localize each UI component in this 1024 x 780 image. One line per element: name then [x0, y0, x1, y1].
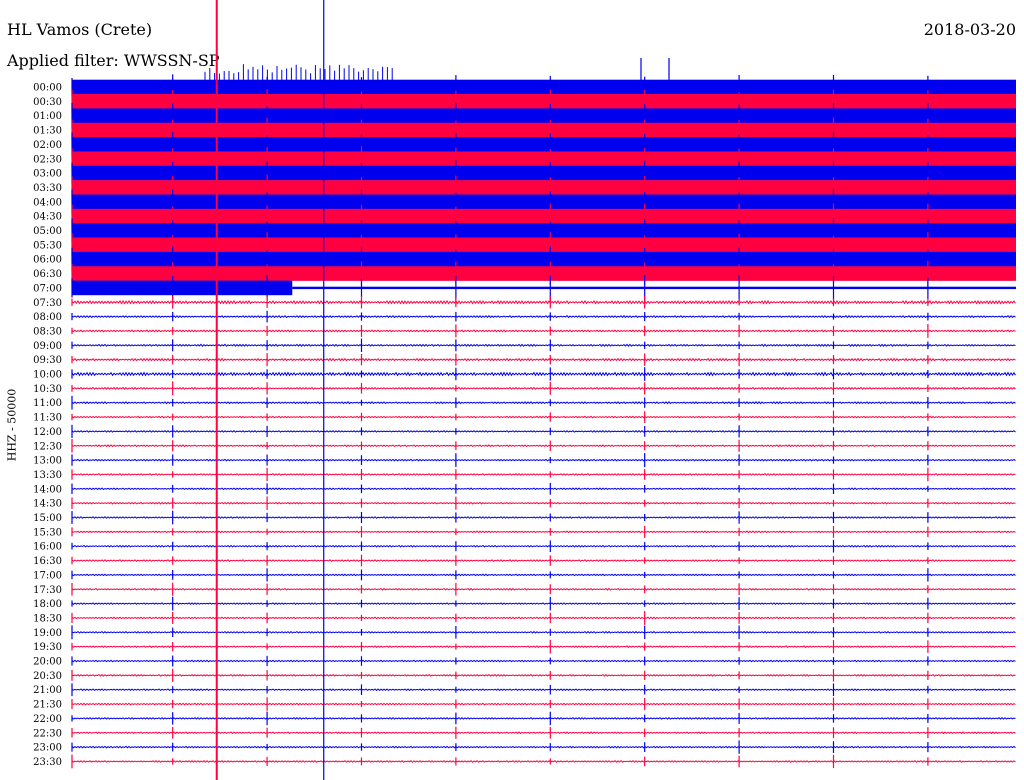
trace-line	[71, 630, 1016, 634]
row-time-label: 01:00	[33, 111, 62, 122]
helicorder-plot: 00:00 00:30 01:00 01:30 02:00 02:30 03:00 03:30…	[33, 0, 1016, 780]
row-time-label: 18:00	[33, 599, 62, 610]
trace-saturated	[72, 251, 1016, 267]
trace-line	[71, 602, 1016, 605]
trace-saturated	[72, 266, 1016, 281]
trace-saturated	[72, 208, 1016, 224]
row-time-label: 15:30	[33, 527, 62, 538]
row-time-label: 12:00	[33, 427, 62, 438]
trace-saturated	[72, 79, 1016, 95]
row-time-label: 23:00	[33, 743, 62, 754]
trace-saturated	[72, 108, 1016, 123]
trace-line	[71, 444, 1016, 448]
row-time-label: 10:30	[33, 384, 62, 395]
trace-saturated	[72, 223, 1016, 238]
row-time-label: 19:30	[33, 642, 62, 653]
row-time-label: 04:00	[33, 197, 62, 208]
row-time-label: 20:00	[33, 657, 62, 668]
row-time-label: 03:30	[33, 183, 62, 194]
row-time-label: 19:00	[33, 628, 62, 639]
trace-line	[71, 329, 1016, 333]
trace-line	[71, 401, 1016, 405]
trace-saturated	[72, 194, 1016, 210]
trace-line	[71, 472, 1016, 476]
row-time-label: 03:00	[33, 169, 62, 180]
row-time-label: 04:30	[33, 212, 62, 223]
trace-line	[71, 430, 1016, 433]
trace-line	[71, 702, 1016, 706]
trace-line	[71, 559, 1016, 562]
trace-line	[71, 371, 1016, 377]
row-time-label: 09:30	[33, 355, 62, 366]
row-time-label: 05:30	[33, 240, 62, 251]
trace-line	[71, 587, 1016, 591]
trace-line	[71, 386, 1016, 390]
trace-saturated	[72, 94, 1016, 109]
row-time-label: 11:30	[33, 413, 62, 424]
row-time-label: 11:00	[33, 398, 62, 409]
row-time-label: 13:00	[33, 456, 62, 467]
trace-line	[71, 760, 1016, 763]
row-time-label: 23:30	[33, 757, 62, 768]
trace-line	[71, 299, 1016, 305]
trace-line	[71, 357, 1016, 362]
row-time-label: 21:00	[33, 685, 62, 696]
trace-line	[71, 501, 1016, 505]
row-time-label: 14:00	[33, 484, 62, 495]
trace-line	[71, 717, 1016, 720]
trace-saturated	[72, 280, 293, 296]
row-time-label: 18:30	[33, 613, 62, 624]
row-time-label: 21:30	[33, 700, 62, 711]
row-time-label: 16:00	[33, 542, 62, 553]
trace-line	[71, 731, 1016, 735]
row-time-label: 06:30	[33, 269, 62, 280]
row-time-label: 07:30	[33, 298, 62, 309]
row-time-label: 00:30	[33, 97, 62, 108]
row-time-label: 00:00	[33, 83, 62, 94]
trace-line	[71, 745, 1016, 749]
trace-saturated	[72, 180, 1016, 195]
trace-line	[71, 458, 1016, 462]
row-time-label: 06:00	[33, 255, 62, 266]
row-time-label: 17:00	[33, 570, 62, 581]
trace-line	[71, 573, 1016, 577]
trace-line	[71, 487, 1016, 491]
trace-line	[71, 314, 1016, 319]
row-time-label: 17:30	[33, 585, 62, 596]
row-time-label: 02:30	[33, 154, 62, 165]
trace-line	[71, 688, 1016, 692]
trace-saturated	[72, 137, 1016, 152]
trace-line	[71, 616, 1016, 620]
trace-saturated	[72, 165, 1016, 181]
row-time-label: 05:00	[33, 226, 62, 237]
trace-line	[71, 673, 1016, 677]
trace-saturated	[72, 151, 1016, 167]
row-time-label: 08:30	[33, 326, 62, 337]
row-time-label: 22:00	[33, 714, 62, 725]
trace-line	[71, 659, 1016, 663]
row-time-label: 15:00	[33, 513, 62, 524]
trace-line	[71, 343, 1016, 347]
trace-saturated	[72, 122, 1016, 138]
row-time-label: 13:30	[33, 470, 62, 481]
row-time-label: 14:30	[33, 499, 62, 510]
row-time-label: 09:00	[33, 341, 62, 352]
trace-line	[71, 645, 1016, 649]
row-time-label: 07:00	[33, 283, 62, 294]
row-time-label: 01:30	[33, 126, 62, 137]
row-time-label: 12:30	[33, 441, 62, 452]
trace-saturated	[72, 237, 1016, 253]
row-time-label: 20:30	[33, 671, 62, 682]
row-time-label: 10:00	[33, 370, 62, 381]
row-time-label: 22:30	[33, 728, 62, 739]
trace-line	[292, 286, 1016, 290]
trace-line	[71, 530, 1016, 534]
trace-line	[71, 415, 1016, 419]
row-time-label: 16:30	[33, 556, 62, 567]
row-time-label: 02:00	[33, 140, 62, 151]
trace-line	[71, 544, 1016, 548]
row-time-label: 08:00	[33, 312, 62, 323]
trace-line	[71, 516, 1016, 519]
